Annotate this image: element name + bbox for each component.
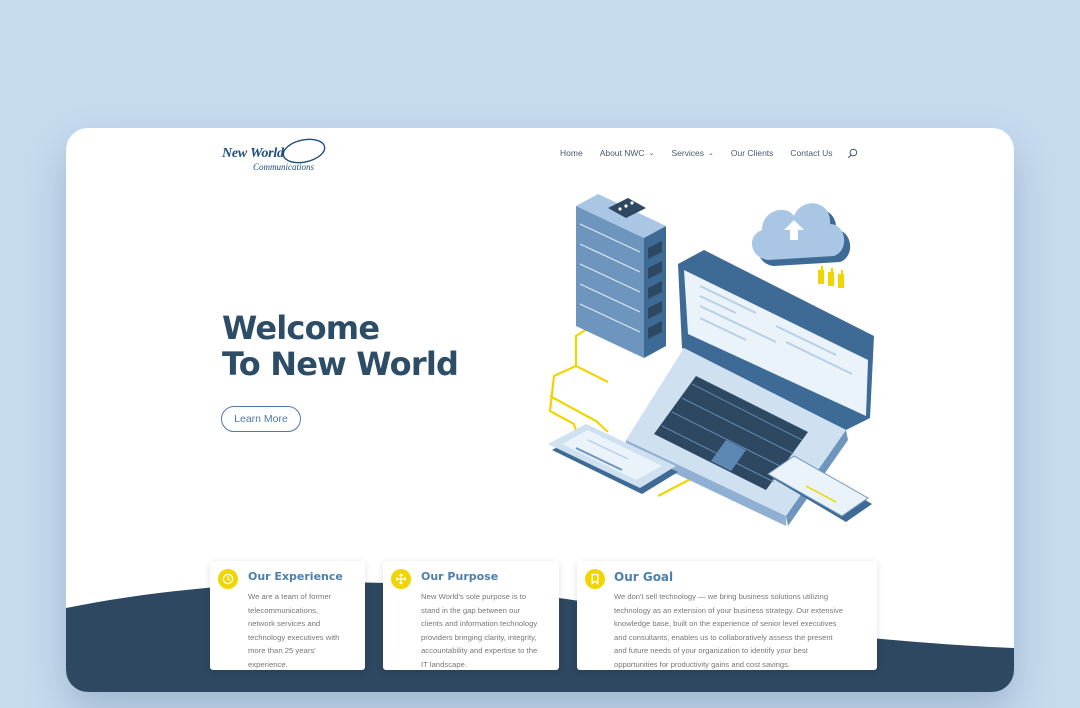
- card-body-line: technology as an extension of your busin…: [614, 605, 844, 615]
- card-body-line: We don't sell technology — we bring busi…: [614, 592, 829, 601]
- card-title: Our Purpose: [421, 570, 499, 583]
- hero-title: Welcome To New World: [222, 309, 459, 383]
- logo[interactable]: New World Communications: [222, 134, 332, 178]
- card-body-line: technology executives with: [248, 632, 340, 642]
- card-experience: Our Experience We are a team of former t…: [210, 561, 365, 670]
- card-body-line: New World's sole purpose is to: [421, 592, 527, 601]
- card-body-line: experience.: [248, 659, 288, 669]
- card-body-line: clients and information technology: [421, 619, 538, 629]
- logo-line1: New World: [222, 146, 284, 161]
- main-nav: Home About NWC ⌄ Services ⌄ Our Clients …: [560, 146, 858, 160]
- chevron-down-icon: ⌄: [648, 150, 655, 157]
- nav-label: Services: [671, 148, 705, 158]
- browser-frame: New World Communications Home About NWC …: [66, 128, 1014, 692]
- card-body: New World's sole purpose is to stand in …: [421, 590, 537, 672]
- card-body-line: and consultants, enables us to collabora…: [614, 632, 833, 642]
- card-body-line: IT landscape.: [421, 659, 468, 669]
- card-purpose: Our Purpose New World's sole purpose is …: [383, 561, 559, 670]
- server-rack: [576, 194, 666, 358]
- nav-item-about[interactable]: About NWC ⌄: [600, 148, 655, 158]
- card-body-line: We are a team of former: [248, 592, 332, 601]
- card-body-line: more than 25 years': [248, 646, 316, 656]
- card-body-line: telecommunications,: [248, 605, 319, 615]
- card-body-line: knowledge base, built on the experience …: [614, 619, 837, 629]
- nav-item-home[interactable]: Home: [560, 148, 583, 158]
- cloud-upload-icon: [751, 203, 851, 288]
- card-body-line: and future needs of your organization to…: [614, 646, 808, 656]
- chevron-down-icon: ⌄: [708, 150, 714, 157]
- clock-icon: [218, 569, 238, 589]
- card-body-line: providers bringing clarity, integrity,: [421, 632, 537, 642]
- card-body-line: stand in the gap between our: [421, 605, 521, 615]
- card-body: We don't sell technology — we bring busi…: [614, 590, 843, 672]
- card-body-line: network services and: [248, 619, 321, 629]
- hero-title-line1: Welcome: [222, 309, 380, 347]
- nav-label: About NWC: [599, 148, 645, 158]
- card-goal: Our Goal We don't sell technology — we b…: [577, 561, 877, 670]
- card-body-line: opportunities for productivity gains and…: [614, 659, 791, 669]
- card-title: Our Goal: [614, 570, 674, 584]
- nav-item-clients[interactable]: Our Clients: [731, 148, 774, 158]
- network-illustration: [548, 194, 874, 526]
- nav-item-services[interactable]: Services ⌄: [671, 148, 713, 158]
- search-icon[interactable]: [847, 148, 858, 159]
- logo-line2: Communications: [253, 162, 315, 172]
- bookmark-icon: [585, 569, 605, 589]
- nav-label: Contact Us: [790, 148, 833, 158]
- nav-label: Our Clients: [730, 148, 774, 158]
- card-title: Our Experience: [248, 570, 343, 583]
- nav-item-contact[interactable]: Contact Us: [790, 148, 832, 158]
- learn-more-button[interactable]: Learn More: [221, 406, 301, 432]
- move-arrows-icon: [391, 569, 411, 589]
- card-body: We are a team of former telecommunicatio…: [248, 590, 339, 672]
- card-body-line: accountability and expertise to the: [421, 646, 538, 656]
- nav-label: Home: [560, 148, 583, 158]
- hero-title-line2: To New World: [222, 345, 459, 383]
